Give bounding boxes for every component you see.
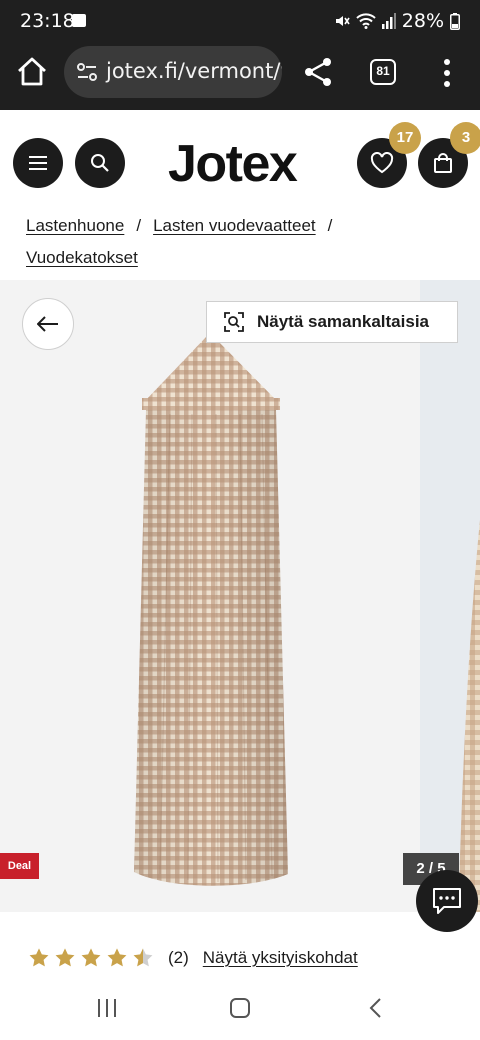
- star-rating: [28, 947, 154, 969]
- recent-apps-icon[interactable]: [96, 996, 118, 1020]
- battery-icon: [450, 12, 460, 30]
- product-image-gallery[interactable]: Näytä samankaltaisia Deal 2 / 5: [0, 280, 480, 912]
- status-bar: 23:18 28%: [0, 0, 480, 42]
- back-nav-icon[interactable]: [366, 996, 386, 1020]
- next-image-peek[interactable]: [420, 280, 480, 912]
- chat-button[interactable]: [416, 870, 478, 932]
- heart-icon: [370, 152, 394, 174]
- site-settings-icon[interactable]: [76, 61, 98, 83]
- status-time: 23:18: [20, 10, 75, 32]
- home-icon[interactable]: [14, 54, 50, 90]
- cart-count-badge: 3: [450, 122, 480, 154]
- star-icon: [29, 948, 49, 967]
- arrow-left-icon: [37, 316, 58, 332]
- breadcrumb-separator: /: [136, 216, 142, 235]
- breadcrumb-item-vuodekatokset[interactable]: Vuodekatokset: [26, 248, 138, 267]
- show-similar-label: Näytä samankaltaisia: [257, 312, 429, 331]
- show-similar-button[interactable]: Näytä samankaltaisia: [206, 301, 458, 343]
- tabs-icon[interactable]: 81: [370, 59, 396, 85]
- breadcrumb: Lastenhuone / Lasten vuodevaatteet / Vuodeka…: [26, 210, 456, 274]
- product-image-bed-canopy: [134, 336, 288, 886]
- url-bar[interactable]: jotex.fi/vermont/v: [64, 46, 282, 98]
- system-navigation-bar: [0, 984, 480, 1040]
- site-header: Jotex 17 3: [0, 110, 480, 210]
- wishlist-count-badge: 17: [389, 122, 421, 154]
- review-count: (2): [168, 948, 189, 967]
- star-icon: [107, 948, 127, 967]
- star-icon: [133, 948, 153, 967]
- signal-icon: [381, 13, 396, 29]
- share-icon[interactable]: [300, 54, 336, 90]
- back-button[interactable]: [22, 298, 74, 350]
- breadcrumb-item-lastenhuone[interactable]: Lastenhuone: [26, 216, 124, 235]
- home-nav-icon[interactable]: [229, 996, 251, 1020]
- star-icon: [81, 948, 101, 967]
- menu-button[interactable]: [13, 138, 63, 188]
- more-vert-icon[interactable]: [436, 56, 458, 90]
- menu-icon: [29, 156, 47, 170]
- breadcrumb-separator: /: [327, 216, 333, 235]
- url-text: jotex.fi/vermont/v: [106, 59, 282, 83]
- site-logo[interactable]: Jotex: [168, 134, 298, 194]
- browser-chrome: 23:18 28% jotex.fi/vermont/v 81: [0, 0, 480, 110]
- status-right-icons: 28%: [334, 10, 460, 32]
- search-icon: [91, 154, 109, 172]
- show-details-link[interactable]: Näytä yksityiskohdat: [203, 948, 358, 968]
- image-notification-icon: [72, 14, 86, 27]
- deal-badge: Deal: [0, 853, 39, 879]
- battery-percent: 28%: [401, 10, 444, 32]
- chat-icon: [433, 888, 461, 914]
- mute-icon: [335, 16, 350, 26]
- wifi-icon: [356, 13, 376, 29]
- address-bar-row: jotex.fi/vermont/v 81: [0, 44, 480, 102]
- bag-icon: [434, 153, 452, 173]
- breadcrumb-item-lasten-vuodevaatteet[interactable]: Lasten vuodevaatteet: [153, 216, 316, 235]
- rating-row: (2) Näytä yksityiskohdat: [28, 942, 358, 974]
- visual-search-icon: [224, 312, 244, 332]
- star-icon: [55, 948, 75, 967]
- search-button[interactable]: [75, 138, 125, 188]
